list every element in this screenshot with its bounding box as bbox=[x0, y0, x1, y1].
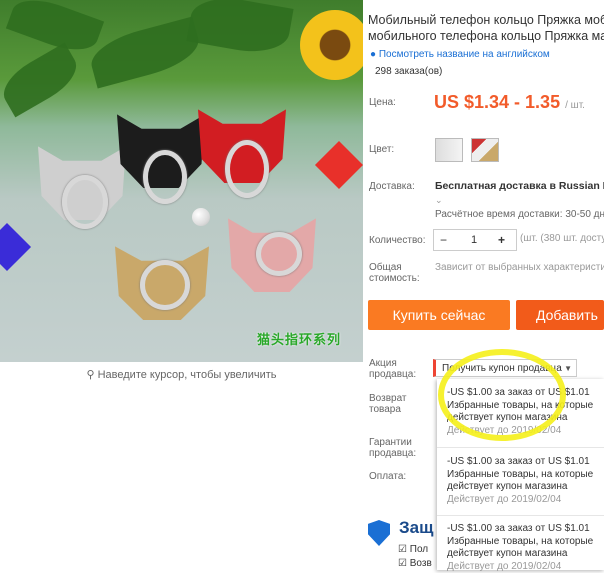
ring-icon bbox=[225, 140, 269, 198]
total-label: Общая стоимость: bbox=[369, 262, 420, 284]
add-to-cart-button[interactable]: Добавить bbox=[516, 300, 604, 330]
stock-text: шт. (380 шт. досту bbox=[523, 233, 604, 244]
guarantee-label: Гарантии продавца: bbox=[369, 437, 416, 459]
chevron-down-icon[interactable]: ⌄ bbox=[435, 195, 455, 206]
zoom-hint: ⚲ Наведите курсор, чтобы увеличить bbox=[0, 368, 363, 381]
coupon-desc: действует купон магазина bbox=[447, 548, 604, 561]
total-value: Зависит от выбранных характеристи bbox=[435, 262, 604, 273]
magnifier-icon: ⚲ bbox=[86, 369, 94, 381]
coupon-discount: -US $1.00 за заказ от US $1.01 bbox=[447, 456, 604, 469]
translate-link-label: Посмотреть название на английском bbox=[379, 49, 550, 60]
quantity-label: Количество: bbox=[369, 235, 425, 246]
guarantee-label-line: Гарантии bbox=[369, 437, 416, 448]
price-value: US $1.34 - 1.35 / шт. bbox=[434, 92, 585, 113]
photo-caption: 猫头指环系列 bbox=[257, 329, 341, 348]
color-label: Цвет: bbox=[369, 144, 394, 155]
translate-title-link[interactable]: ● Посмотреть название на английском bbox=[370, 49, 550, 60]
flower-decoration bbox=[300, 10, 363, 80]
checkbox-icon: ☑ bbox=[398, 544, 407, 555]
color-option-thumb[interactable] bbox=[435, 138, 463, 162]
decrease-button[interactable]: − bbox=[440, 230, 450, 250]
shield-icon bbox=[368, 520, 390, 546]
protection-item-text: Пол bbox=[410, 544, 428, 555]
coupon-discount: -US $1.00 за заказ от US $1.01 bbox=[447, 523, 604, 536]
ring-icon bbox=[62, 175, 108, 229]
ring-icon bbox=[256, 232, 302, 276]
shipping-label: Доставка: bbox=[369, 181, 415, 192]
color-option-thumb[interactable] bbox=[471, 138, 499, 162]
coupon-expiry: Действует до 2019/02/04 bbox=[447, 494, 604, 507]
coupon-desc: действует купон магазина bbox=[447, 481, 604, 494]
coupon-item[interactable]: -US $1.00 за заказ от US $1.01 Избранные… bbox=[447, 456, 604, 506]
product-title: Мобильный телефон кольцо Пряжка моби моб… bbox=[368, 12, 604, 44]
protection-item: ☑ Возв bbox=[398, 558, 432, 569]
orders-count: 298 заказа(ов) bbox=[375, 66, 442, 77]
shipping-value[interactable]: Бесплатная доставка в Russian Fede bbox=[435, 180, 604, 192]
gem-decoration bbox=[315, 141, 363, 189]
divider bbox=[437, 447, 604, 448]
ring-icon bbox=[140, 260, 190, 310]
price-amount: US $1.34 - 1.35 bbox=[434, 92, 560, 112]
globe-icon: ● bbox=[370, 49, 376, 60]
product-title-line: мобильного телефона кольцо Пряжка мал bbox=[368, 28, 604, 44]
returns-label: Возврат товара bbox=[369, 393, 407, 415]
seller-promo-label-line: Акция bbox=[369, 358, 416, 369]
coupon-desc: Избранные товары, на которые bbox=[447, 536, 604, 549]
total-label-line: стоимость: bbox=[369, 273, 420, 284]
coupon-desc: Избранные товары, на которые bbox=[447, 469, 604, 482]
gem-decoration bbox=[0, 223, 31, 271]
guarantee-label-line: продавца: bbox=[369, 448, 416, 459]
product-photo[interactable]: 猫头指环系列 bbox=[0, 0, 363, 362]
stock-info: (шт. (380 шт. досту bbox=[520, 233, 604, 244]
buy-now-button[interactable]: Купить сейчас bbox=[368, 300, 510, 330]
price-label: Цена: bbox=[369, 97, 396, 108]
seller-promo-label: Акция продавца: bbox=[369, 358, 416, 380]
ring-icon bbox=[143, 150, 187, 204]
total-label-line: Общая bbox=[369, 262, 420, 273]
checkbox-icon: ☑ bbox=[398, 558, 407, 569]
coupon-expiry: Действует до 2019/02/04 bbox=[447, 561, 604, 573]
leaf-decoration bbox=[0, 43, 85, 118]
highlight-annotation bbox=[438, 349, 566, 441]
quantity-input[interactable]: 1 bbox=[454, 230, 494, 250]
buyer-protection-title: Защ bbox=[399, 518, 433, 538]
protection-item-text: Возв bbox=[410, 558, 432, 569]
payment-label: Оплата: bbox=[369, 471, 406, 482]
zoom-hint-text: Наведите курсор, чтобы увеличить bbox=[98, 369, 277, 381]
seller-promo-label-line: продавца: bbox=[369, 369, 416, 380]
coupon-item[interactable]: -US $1.00 за заказ от US $1.01 Избранные… bbox=[447, 523, 604, 573]
returns-label-line: товара bbox=[369, 404, 407, 415]
leaf-decoration bbox=[86, 17, 204, 89]
caret-down-icon: ▼ bbox=[564, 360, 572, 378]
leaf-decoration bbox=[186, 0, 293, 58]
returns-label-line: Возврат bbox=[369, 393, 407, 404]
delivery-eta: Расчётное время доставки: 30-50 дн bbox=[435, 209, 604, 220]
increase-button[interactable]: + bbox=[498, 230, 512, 250]
product-title-line: Мобильный телефон кольцо Пряжка моби bbox=[368, 12, 604, 28]
quantity-stepper: − 1 + bbox=[433, 229, 517, 251]
divider bbox=[437, 515, 604, 516]
pearl-decoration bbox=[192, 208, 210, 226]
protection-item: ☑ Пол bbox=[398, 544, 428, 555]
price-unit: / шт. bbox=[565, 100, 585, 111]
